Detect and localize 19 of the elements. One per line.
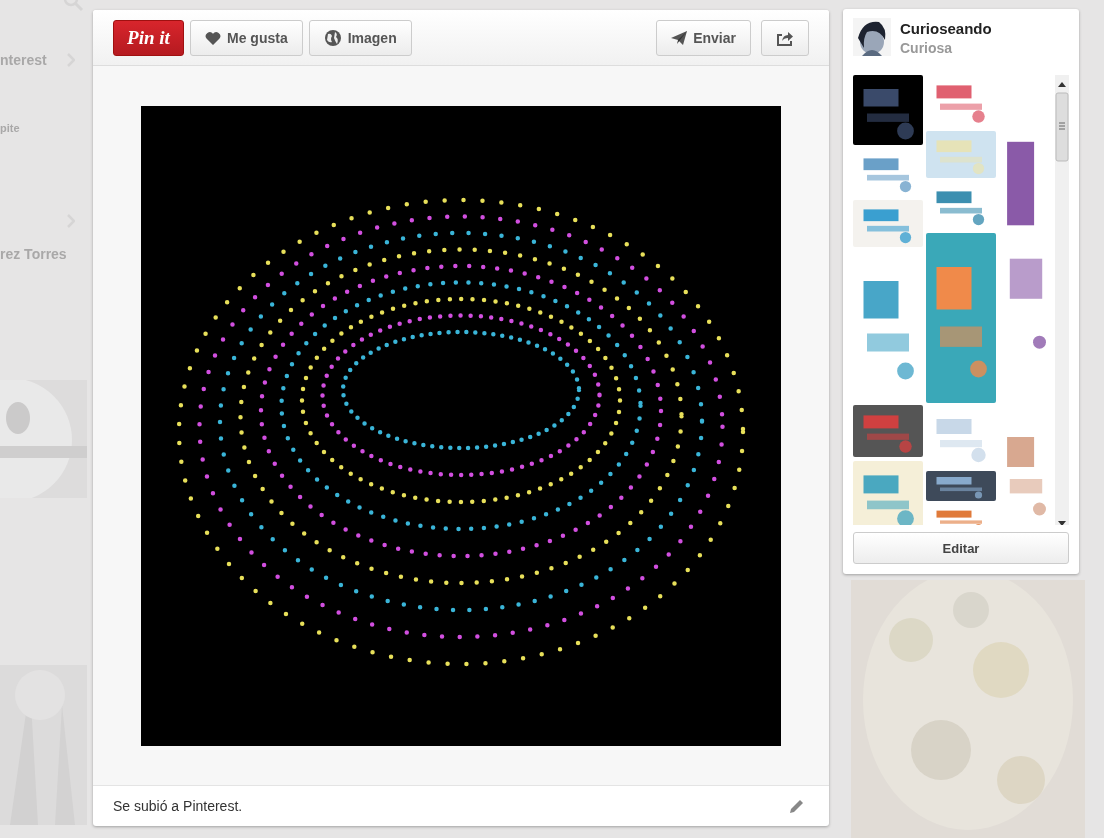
board-title[interactable]: Curioseando xyxy=(900,20,992,37)
like-button[interactable]: Me gusta xyxy=(190,20,303,56)
section-title: nterest xyxy=(0,52,47,68)
heart-icon xyxy=(205,31,221,45)
globe-icon xyxy=(323,29,342,47)
send-button[interactable]: Enviar xyxy=(656,20,751,56)
edit-button[interactable] xyxy=(789,798,805,814)
pin-it-button[interactable]: Pin it xyxy=(113,20,184,56)
scrollbar[interactable] xyxy=(1055,75,1069,526)
share-icon xyxy=(776,30,794,46)
pin-description: Se subió a Pinterest. xyxy=(113,798,243,814)
edit-button[interactable]: Editar xyxy=(853,532,1069,564)
share-button[interactable] xyxy=(761,20,809,56)
pencil-icon xyxy=(789,798,805,814)
avatar-icon xyxy=(853,18,891,56)
user-name: rez Torres xyxy=(0,246,67,262)
user-name: pite xyxy=(0,122,20,134)
paper-plane-icon xyxy=(671,31,688,45)
image-button[interactable]: Imagen xyxy=(308,20,412,56)
